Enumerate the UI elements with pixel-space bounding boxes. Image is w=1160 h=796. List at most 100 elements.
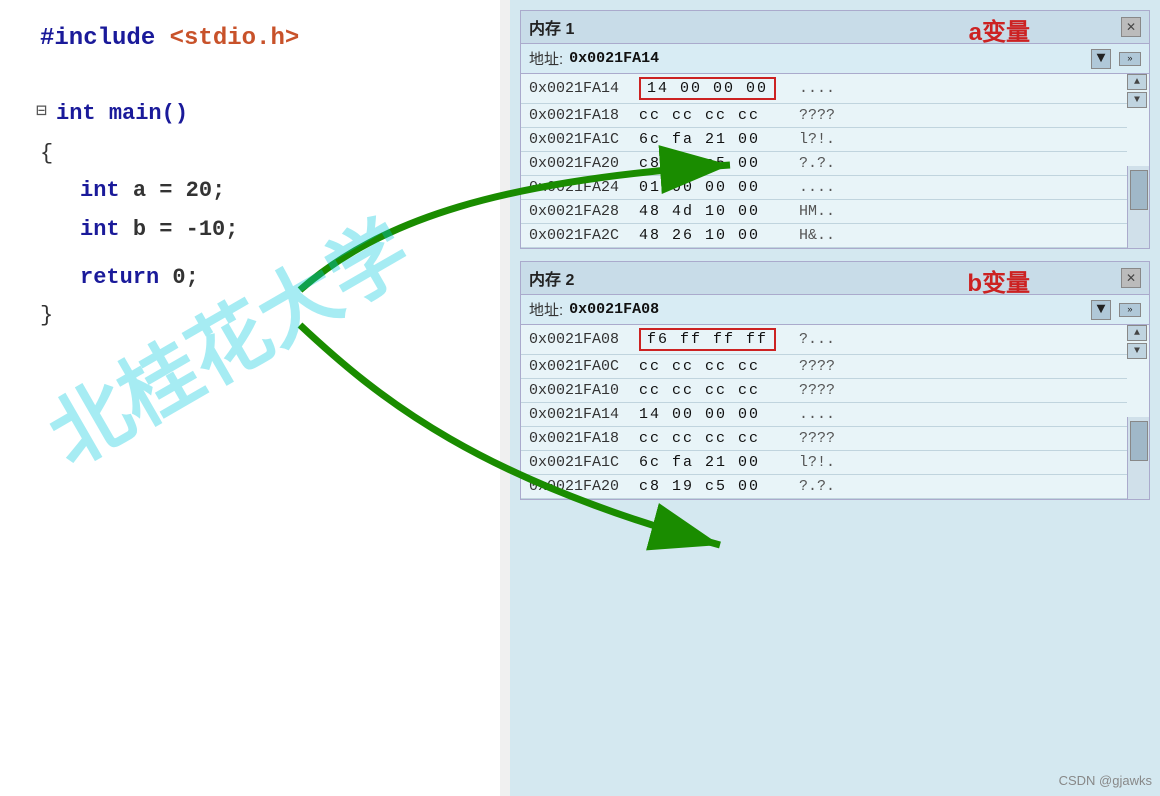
- table-row: 0x0021FA2C 48 26 10 00 H&..: [521, 224, 1127, 248]
- ascii-cell: HM..: [791, 200, 1127, 224]
- ascii-cell: H&..: [791, 224, 1127, 248]
- table-row: 0x0021FA08 f6 ff ff ff ?...: [521, 325, 1127, 355]
- hex-highlight: 14 00 00 00: [639, 77, 776, 100]
- addr-cell: 0x0021FA28: [521, 200, 631, 224]
- memory-1-close-button[interactable]: ✕: [1121, 17, 1141, 37]
- include-line: #include <stdio.h>: [40, 20, 490, 58]
- memory-2-scrollbar[interactable]: [1127, 417, 1149, 499]
- main-marker: ⊟: [36, 100, 47, 122]
- ascii-cell: ....: [791, 74, 1127, 104]
- memory-2-content: 0x0021FA08 f6 ff ff ff ?... 0x0021FA0C c…: [521, 325, 1149, 499]
- memory-1-addr-label: 地址:: [529, 48, 563, 69]
- hex-cell: 6c fa 21 00: [631, 451, 791, 475]
- ascii-cell: ?...: [791, 325, 1127, 355]
- memory-2-addr-dropdown[interactable]: ▼: [1091, 300, 1111, 320]
- memory-2-title: 内存 2: [529, 266, 574, 290]
- hex-cell: cc cc cc cc: [631, 355, 791, 379]
- addr-cell: 0x0021FA24: [521, 176, 631, 200]
- memory-1-content: 0x0021FA14 14 00 00 00 .... 0x0021FA18 c…: [521, 74, 1149, 248]
- hex-cell: cc cc cc cc: [631, 379, 791, 403]
- ascii-cell: ????: [791, 427, 1127, 451]
- memory-2-header: 内存 2 ✕: [521, 262, 1149, 295]
- memory-panel-1-wrapper: a变量 内存 1 ✕ 地址: 0x0021FA14 ▼ » 0x0021FA14…: [520, 10, 1150, 249]
- addr-cell: 0x0021FA18: [521, 104, 631, 128]
- memory-1-scroll-right[interactable]: »: [1119, 52, 1141, 66]
- angle-bracket-close: >: [285, 25, 299, 52]
- memory-1-scrollbar[interactable]: [1127, 166, 1149, 248]
- memory-2-scroll-right[interactable]: »: [1119, 303, 1141, 317]
- memory-1-addr-dropdown[interactable]: ▼: [1091, 49, 1111, 69]
- hex-cell: 14 00 00 00: [631, 403, 791, 427]
- memory-panel-1: 内存 1 ✕ 地址: 0x0021FA14 ▼ » 0x0021FA14 14 …: [520, 10, 1150, 249]
- scroll-down-button[interactable]: ▼: [1127, 343, 1147, 359]
- hex-cell: f6 ff ff ff: [631, 325, 791, 355]
- table-row: 0x0021FA0C cc cc cc cc ????: [521, 355, 1127, 379]
- hex-cell: c8 19 c5 00: [631, 475, 791, 499]
- scroll-up-button[interactable]: ▲: [1127, 74, 1147, 90]
- addr-cell: 0x0021FA10: [521, 379, 631, 403]
- ascii-cell: l?!.: [791, 451, 1127, 475]
- main-func: main(): [109, 101, 188, 126]
- addr-cell: 0x0021FA18: [521, 427, 631, 451]
- var-b-line: int b = -10;: [80, 210, 490, 250]
- hex-highlight: f6 ff ff ff: [639, 328, 776, 351]
- ascii-cell: ....: [791, 176, 1127, 200]
- addr-cell: 0x0021FA2C: [521, 224, 631, 248]
- memory-1-header: 内存 1 ✕: [521, 11, 1149, 44]
- table-row: 0x0021FA10 cc cc cc cc ????: [521, 379, 1127, 403]
- include-filename: stdio.h: [184, 25, 285, 52]
- memory-1-addr-value: 0x0021FA14: [569, 50, 659, 67]
- hex-cell: cc cc cc cc: [631, 427, 791, 451]
- memory-2-scrollbar-thumb[interactable]: [1130, 421, 1148, 461]
- addr-cell: 0x0021FA0C: [521, 355, 631, 379]
- memory-2-address-bar: 地址: 0x0021FA08 ▼ »: [521, 295, 1149, 325]
- memory-2-scroll-buttons: ▲ ▼: [1127, 325, 1149, 361]
- table-row: 0x0021FA20 c8 19 c5 00 ?.?.: [521, 152, 1127, 176]
- table-row: 0x0021FA28 48 4d 10 00 HM..: [521, 200, 1127, 224]
- ascii-cell: ????: [791, 355, 1127, 379]
- memory-1-address-bar: 地址: 0x0021FA14 ▼ »: [521, 44, 1149, 74]
- ascii-cell: ?.?.: [791, 152, 1127, 176]
- memory-2-table: 0x0021FA08 f6 ff ff ff ?... 0x0021FA0C c…: [521, 325, 1127, 499]
- main-def-line: int main(): [56, 96, 490, 131]
- scroll-up-button[interactable]: ▲: [1127, 325, 1147, 341]
- table-row: 0x0021FA20 c8 19 c5 00 ?.?.: [521, 475, 1127, 499]
- memory-1-table: 0x0021FA14 14 00 00 00 .... 0x0021FA18 c…: [521, 74, 1127, 248]
- addr-cell: 0x0021FA08: [521, 325, 631, 355]
- table-row: 0x0021FA18 cc cc cc cc ????: [521, 427, 1127, 451]
- return-line: return 0;: [80, 258, 490, 298]
- addr-cell: 0x0021FA14: [521, 403, 631, 427]
- int-keyword: int: [56, 101, 109, 126]
- table-row: 0x0021FA18 cc cc cc cc ????: [521, 104, 1127, 128]
- annotation-b: b变量: [967, 263, 1030, 298]
- memory-2-addr-value: 0x0021FA08: [569, 301, 659, 318]
- memory-panel-2-wrapper: b变量 内存 2 ✕ 地址: 0x0021FA08 ▼ » 0x0021FA08…: [520, 261, 1150, 500]
- addr-cell: 0x0021FA1C: [521, 128, 631, 152]
- memory-2-close-button[interactable]: ✕: [1121, 268, 1141, 288]
- ascii-cell: l?!.: [791, 128, 1127, 152]
- memory-2-addr-label: 地址:: [529, 299, 563, 320]
- memory-panel-2: 内存 2 ✕ 地址: 0x0021FA08 ▼ » 0x0021FA08 f6 …: [520, 261, 1150, 500]
- memory-1-scroll-buttons: ▲ ▼: [1127, 74, 1149, 110]
- memory-1-scrollbar-thumb[interactable]: [1130, 170, 1148, 210]
- table-row: 0x0021FA24 01 00 00 00 ....: [521, 176, 1127, 200]
- include-keyword: #include: [40, 25, 170, 52]
- hex-cell: 48 4d 10 00: [631, 200, 791, 224]
- csdn-watermark: CSDN @gjawks: [1059, 773, 1152, 788]
- ascii-cell: ????: [791, 104, 1127, 128]
- scroll-down-button[interactable]: ▼: [1127, 92, 1147, 108]
- ascii-cell: ....: [791, 403, 1127, 427]
- addr-cell: 0x0021FA14: [521, 74, 631, 104]
- table-row: 0x0021FA14 14 00 00 00 ....: [521, 74, 1127, 104]
- annotation-a: a变量: [969, 12, 1030, 47]
- hex-cell: c8 19 c5 00: [631, 152, 791, 176]
- table-row: 0x0021FA14 14 00 00 00 ....: [521, 403, 1127, 427]
- hex-cell: cc cc cc cc: [631, 104, 791, 128]
- hex-cell: 14 00 00 00: [631, 74, 791, 104]
- code-panel: #include <stdio.h> ⊟ int main() { int a …: [0, 0, 500, 796]
- memory-1-title: 内存 1: [529, 15, 574, 39]
- table-row: 0x0021FA1C 6c fa 21 00 l?!.: [521, 451, 1127, 475]
- var-a-line: int a = 20;: [80, 171, 490, 211]
- ascii-cell: ?.?.: [791, 475, 1127, 499]
- brace-open-line: {: [40, 136, 490, 171]
